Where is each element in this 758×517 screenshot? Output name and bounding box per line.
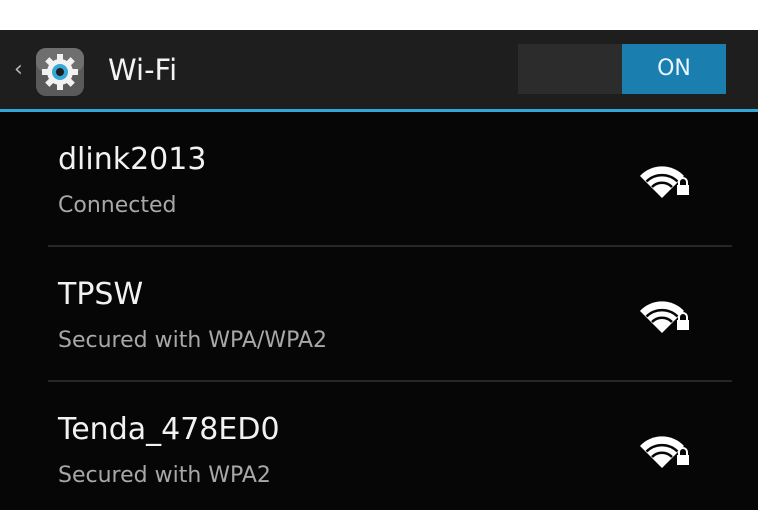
android-wifi-settings-screen: ‹ Wi-Fi ON dlink2013 Connected TPSW Secu… xyxy=(0,30,758,510)
network-ssid: dlink2013 xyxy=(58,142,207,177)
back-chevron-icon[interactable]: ‹ xyxy=(14,58,32,82)
network-ssid: TPSW xyxy=(58,277,144,312)
cropped-caption-text: ~ ~~~~~ ~ ~~~~ ~~~ ~~~ xyxy=(60,0,758,25)
list-item[interactable]: TPSW Secured with WPA/WPA2 xyxy=(0,247,758,382)
wifi-lock-icon xyxy=(640,436,689,468)
wifi-lock-icon xyxy=(640,166,689,198)
action-bar: ‹ Wi-Fi ON xyxy=(0,30,758,112)
network-ssid: Tenda_478ED0 xyxy=(58,412,280,447)
network-status: Connected xyxy=(58,193,177,218)
toggle-on-label: ON xyxy=(622,44,726,94)
cropped-caption-strip: ~ ~~~~~ ~ ~~~~ ~~~ ~~~ xyxy=(0,0,758,30)
wifi-toggle-switch[interactable]: ON xyxy=(518,44,726,94)
network-status: Secured with WPA2 xyxy=(58,463,271,488)
wifi-network-list: dlink2013 Connected TPSW Secured with WP… xyxy=(0,112,758,517)
list-item[interactable]: Tenda_478ED0 Secured with WPA2 xyxy=(0,382,758,517)
list-item[interactable]: dlink2013 Connected xyxy=(0,112,758,247)
wifi-lock-icon xyxy=(640,301,689,333)
network-status: Secured with WPA/WPA2 xyxy=(58,328,327,353)
page-title: Wi-Fi xyxy=(108,53,178,87)
settings-gear-icon[interactable] xyxy=(34,46,86,98)
